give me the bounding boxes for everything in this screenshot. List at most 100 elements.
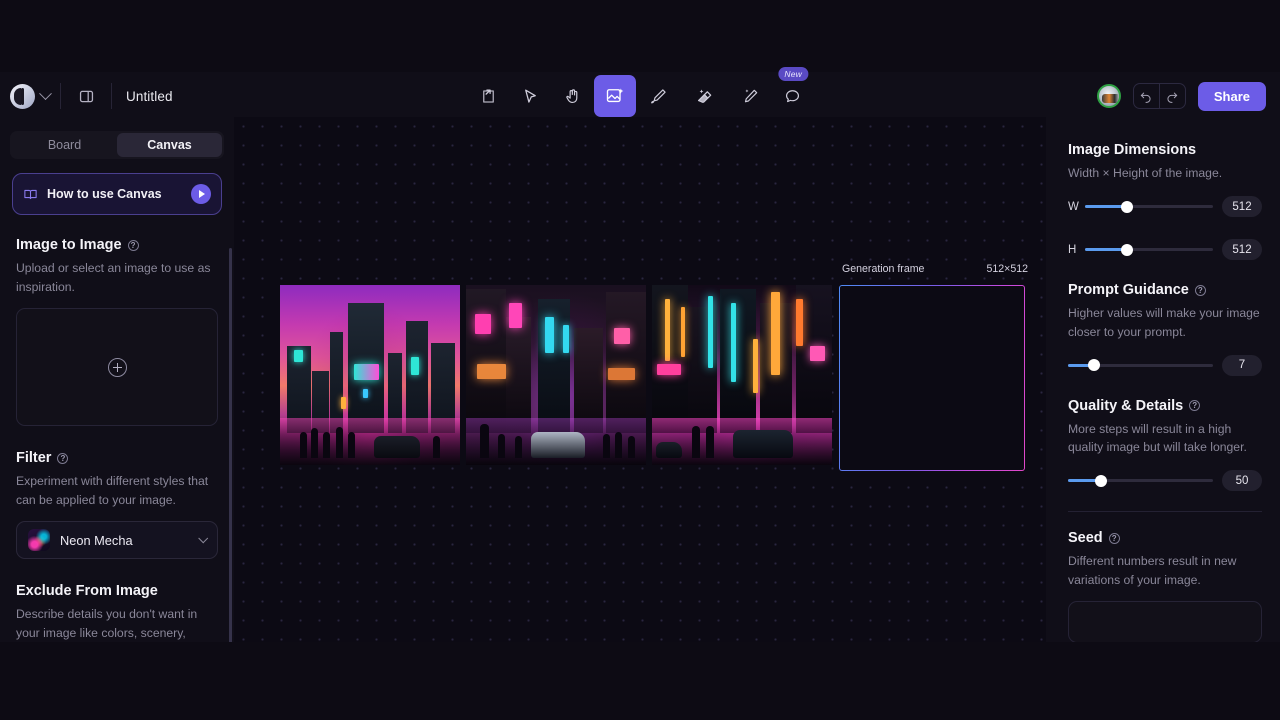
height-slider-thumb[interactable]: [1121, 243, 1134, 256]
image-to-image-description: Upload or select an image to use as insp…: [16, 261, 211, 294]
canvas-area[interactable]: Generation frame 512×512: [234, 117, 1046, 642]
tab-board[interactable]: Board: [12, 133, 117, 157]
tool-bar: New: [468, 67, 812, 120]
plus-circle-icon[interactable]: [107, 357, 127, 377]
height-slider-row: H 512: [1068, 239, 1262, 261]
prompt-guidance-slider-row: 7: [1068, 354, 1262, 376]
hand-tool[interactable]: [552, 76, 592, 116]
redo-button[interactable]: [1160, 84, 1185, 108]
generate-image-tool[interactable]: [594, 75, 636, 117]
erase-tool-group[interactable]: [684, 76, 728, 116]
seed-section: Seed ? Different numbers result in new v…: [1068, 530, 1262, 642]
comment-tool[interactable]: New: [772, 67, 812, 116]
prompt-guidance-title: Prompt Guidance: [1068, 282, 1189, 299]
how-to-use-canvas-button[interactable]: How to use Canvas: [12, 173, 222, 215]
generation-frame-label: Generation frame 512×512: [842, 263, 1028, 275]
erase-tool[interactable]: [684, 76, 724, 116]
how-to-label: How to use Canvas: [47, 187, 162, 201]
image-dimensions-heading: Image Dimensions: [1068, 142, 1262, 158]
tab-canvas[interactable]: Canvas: [117, 133, 222, 157]
draw-tool-group[interactable]: [638, 76, 682, 116]
image-to-image-title: Image to Image: [16, 237, 122, 253]
quality-slider-thumb[interactable]: [1095, 474, 1108, 487]
share-button[interactable]: Share: [1197, 81, 1266, 111]
generation-frame-size: 512×512: [986, 263, 1028, 275]
prompt-guidance-slider[interactable]: [1068, 359, 1213, 372]
filter-heading: Filter ?: [16, 450, 218, 466]
app-root: Untitled New Share Board Canvas How to u…: [0, 0, 1280, 720]
generated-images-strip: [280, 285, 832, 465]
help-icon[interactable]: ?: [1108, 532, 1120, 544]
new-badge: New: [778, 67, 808, 81]
height-slider[interactable]: [1085, 243, 1213, 256]
divider: [1068, 511, 1262, 513]
chevron-down-icon[interactable]: [39, 86, 52, 100]
panel-toggle-icon[interactable]: [69, 79, 103, 113]
generated-image-3[interactable]: [652, 285, 832, 465]
filter-selected-value: Neon Mecha: [60, 532, 133, 548]
image-dimensions-title: Image Dimensions: [1068, 142, 1197, 158]
generation-frame[interactable]: [839, 285, 1025, 471]
document-title[interactable]: Untitled: [112, 89, 173, 104]
width-slider-row: W 512: [1068, 196, 1262, 218]
help-icon[interactable]: ?: [57, 452, 69, 464]
share-export-tool[interactable]: [468, 76, 508, 116]
image-to-image-section: Image to Image ? Upload or select an ima…: [0, 237, 234, 427]
workspace-switcher[interactable]: [0, 72, 60, 120]
avatar[interactable]: [1096, 84, 1121, 108]
filter-section: Filter ? Experiment with different style…: [0, 450, 234, 560]
image-dimensions-section: Image Dimensions Width × Height of the i…: [1068, 142, 1262, 261]
divider: [60, 83, 61, 109]
image-to-image-heading: Image to Image ?: [16, 237, 218, 253]
width-label: W: [1068, 200, 1079, 213]
quality-slider-row: 50: [1068, 470, 1262, 492]
generation-frame-title: Generation frame: [842, 263, 925, 275]
prompt-guidance-heading: Prompt Guidance ?: [1068, 282, 1262, 298]
draw-tool[interactable]: [638, 76, 678, 116]
help-icon[interactable]: ?: [1189, 400, 1201, 412]
width-value[interactable]: 512: [1222, 196, 1262, 218]
app-logo[interactable]: [10, 83, 35, 109]
filter-title: Filter: [16, 450, 52, 467]
image-dimensions-description: Width × Height of the image.: [1068, 166, 1223, 180]
seed-input[interactable]: [1068, 601, 1262, 642]
left-sidebar: Board Canvas How to use Canvas Image to …: [0, 120, 234, 642]
exclude-section: Exclude From Image Describe details you …: [0, 583, 234, 642]
filter-thumbnail: [28, 529, 50, 552]
seed-title: Seed: [1068, 530, 1103, 547]
image-upload-dropzone[interactable]: [16, 308, 218, 427]
quality-details-heading: Quality & Details ?: [1068, 398, 1262, 414]
quality-value[interactable]: 50: [1222, 470, 1262, 492]
prompt-guidance-value[interactable]: 7: [1222, 354, 1262, 376]
right-settings-panel: Image Dimensions Width × Height of the i…: [1046, 120, 1280, 642]
generated-image-2[interactable]: [466, 285, 646, 465]
board-canvas-toggle: Board Canvas: [10, 131, 224, 159]
topbar-right-cluster: Share: [1096, 72, 1266, 120]
help-icon[interactable]: ?: [1194, 284, 1206, 296]
sidebar-scrollbar[interactable]: [229, 248, 232, 642]
generated-image-1[interactable]: [280, 285, 460, 465]
select-tool[interactable]: [510, 76, 550, 116]
filter-dropdown[interactable]: Neon Mecha: [16, 521, 218, 560]
prompt-guidance-slider-thumb[interactable]: [1088, 359, 1101, 372]
height-value[interactable]: 512: [1222, 239, 1262, 261]
undo-redo-group: [1132, 83, 1186, 109]
undo-button[interactable]: [1134, 84, 1159, 108]
width-slider[interactable]: [1085, 200, 1213, 213]
play-icon[interactable]: [191, 184, 211, 204]
magic-edit-tool[interactable]: [730, 76, 770, 116]
chevron-down-icon[interactable]: [198, 533, 209, 544]
help-icon[interactable]: ?: [127, 239, 139, 251]
prompt-guidance-section: Prompt Guidance ? Higher values will mak…: [1068, 282, 1262, 376]
exclude-description: Describe details you don't want in your …: [16, 607, 198, 640]
height-label: H: [1068, 243, 1077, 256]
quality-details-section: Quality & Details ? More steps will resu…: [1068, 398, 1262, 492]
seed-description: Different numbers result in new variatio…: [1068, 554, 1237, 587]
quality-details-title: Quality & Details: [1068, 397, 1184, 414]
exclude-heading: Exclude From Image: [16, 583, 218, 599]
exclude-title: Exclude From Image: [16, 583, 158, 600]
quality-details-description: More steps will result in a high quality…: [1068, 421, 1247, 455]
width-slider-thumb[interactable]: [1121, 200, 1134, 213]
seed-heading: Seed ?: [1068, 530, 1262, 546]
quality-slider[interactable]: [1068, 474, 1213, 487]
